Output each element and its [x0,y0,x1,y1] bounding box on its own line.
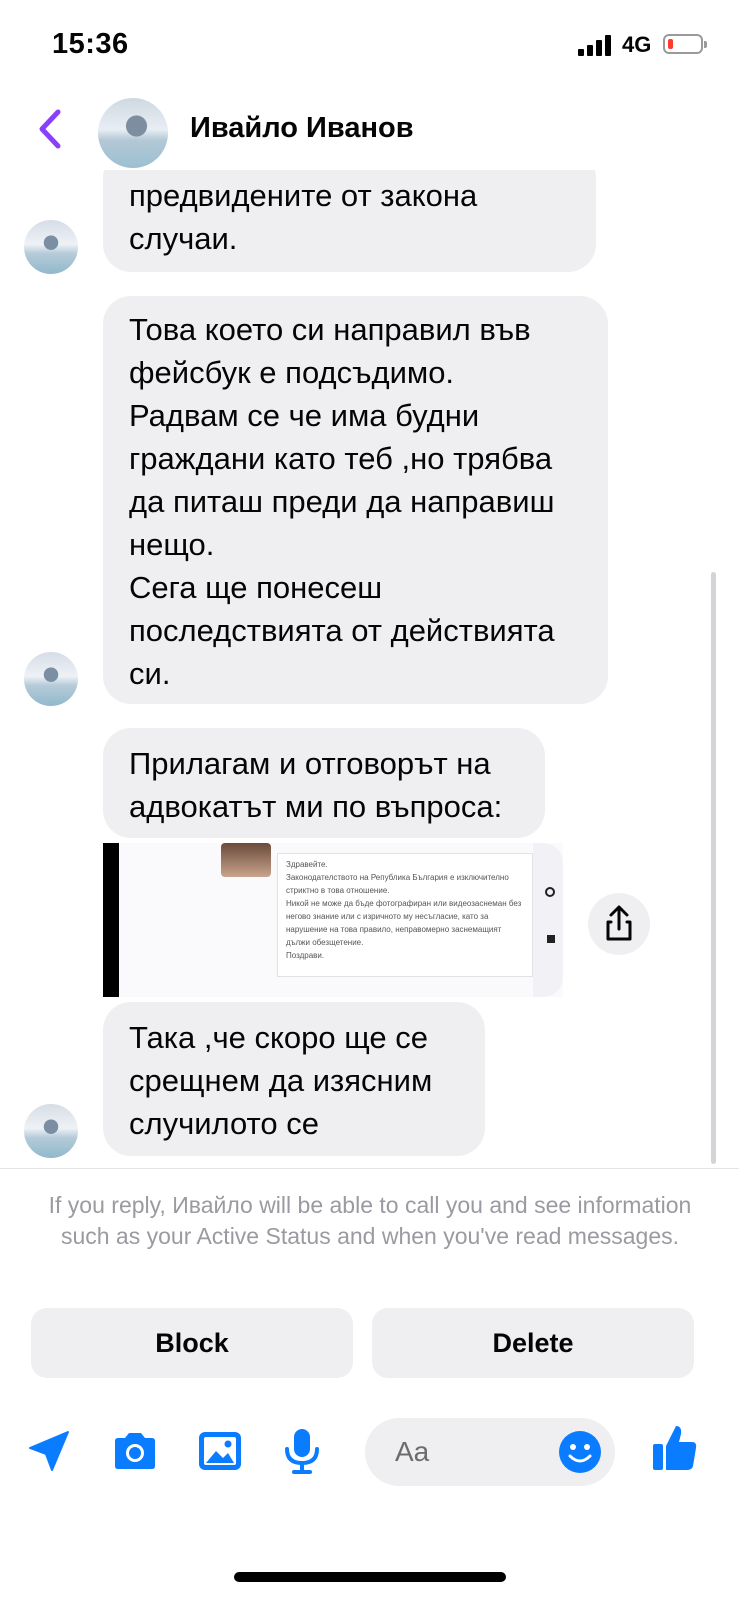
sender-avatar[interactable] [24,220,78,274]
message-line: срещнем да изясним [129,1063,433,1098]
message-bubble[interactable]: Прилагам и отговорът на адвокатът ми по … [103,728,545,838]
message-line: Сега ще понесеш [129,570,383,605]
location-arrow-icon [29,1431,69,1471]
signal-icon [578,34,616,56]
contact-name[interactable]: Ивайло Иванов [190,112,414,145]
back-button[interactable] [34,106,68,152]
delete-button[interactable]: Delete [372,1308,694,1378]
message-input[interactable]: Aa [365,1418,615,1486]
divider [0,1168,739,1169]
like-button[interactable] [650,1422,700,1472]
voice-button[interactable] [277,1426,327,1476]
contact-avatar[interactable] [98,98,168,168]
message-line: случаи. [129,221,238,256]
image-icon [199,1432,241,1470]
square-icon [547,935,555,943]
location-button[interactable] [24,1426,74,1476]
sender-avatar[interactable] [24,652,78,706]
message-line: Прилагам и отговорът на [129,746,491,781]
status-bar: 15:36 4G [0,0,739,90]
message-line: граждани като теб ,но трябва [129,441,553,476]
message-line: Така ,че скоро ще се [129,1020,428,1055]
message-line: си. [129,656,171,691]
chevron-left-icon [39,109,61,149]
radio-icon [545,887,555,897]
scrollbar[interactable] [711,572,716,1164]
camera-icon [115,1433,155,1469]
thumbs-up-icon [653,1426,697,1470]
message-line: адвокатът ми по въпроса: [129,789,503,824]
message-line: последствията от действията [129,613,555,648]
message-line: предвидените от закона [129,178,478,213]
emoji-button[interactable] [557,1429,603,1475]
gallery-button[interactable] [195,1426,245,1476]
battery-icon [663,34,707,54]
message-line: нещо. [129,527,215,562]
reply-info-text: If you reply, Ивайло will be able to cal… [48,1192,692,1249]
microphone-icon [285,1429,319,1474]
share-button[interactable] [588,893,650,955]
message-line: фейсбук е подсъдимо. [129,355,455,390]
camera-button[interactable] [110,1426,160,1476]
home-indicator [234,1572,506,1582]
message-bubble[interactable]: Така ,че скоро ще се срещнем да изясним … [103,1002,485,1156]
message-line: да питаш преди да направиш [129,484,555,519]
message-bubble[interactable]: Това което си направил във фейсбук е под… [103,296,608,704]
sender-avatar[interactable] [24,1104,78,1158]
image-attachment[interactable]: Здравейте. Законодателството на Републик… [103,843,563,997]
chat-header: Ивайло Иванов [0,90,739,170]
lawyer-photo [221,843,271,877]
attachment-email-text: Здравейте. Законодателството на Републик… [277,853,533,977]
smiley-icon [559,1431,601,1473]
message-line: Това което си направил във [129,312,531,347]
message-line: случилото се [129,1106,319,1141]
share-icon [606,905,632,941]
message-input-placeholder: Aa [395,1436,430,1467]
network-type: 4G [622,32,652,57]
block-button[interactable]: Block [31,1308,353,1378]
message-line: Радвам се че има будни [129,398,480,433]
status-time: 15:36 [52,28,129,60]
